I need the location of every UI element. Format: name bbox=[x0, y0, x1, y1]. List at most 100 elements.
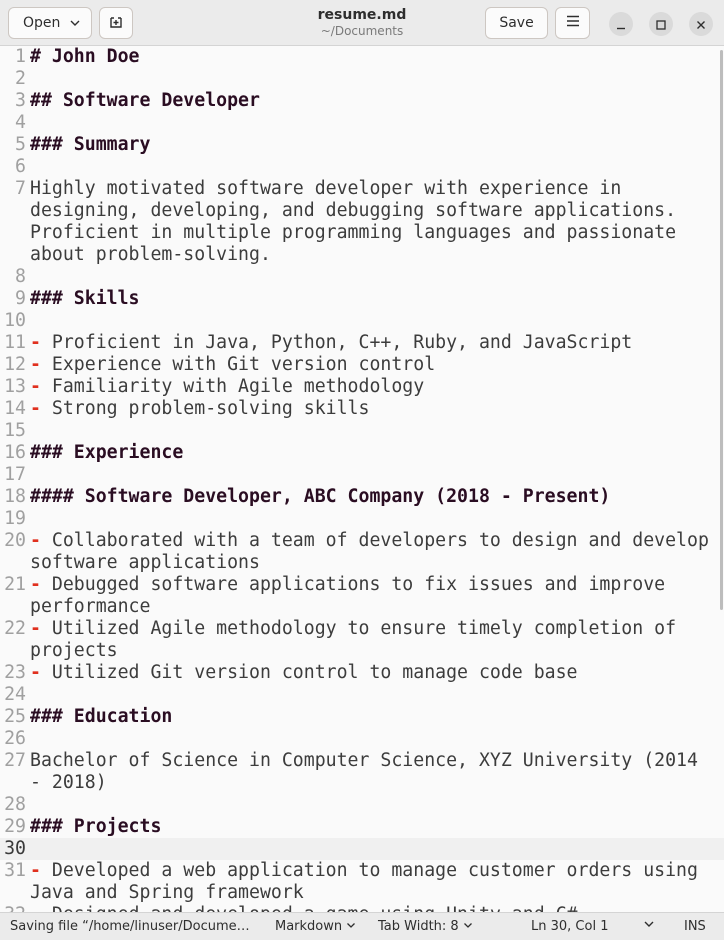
insert-mode[interactable]: INS bbox=[684, 919, 706, 934]
list-marker: - bbox=[30, 332, 41, 353]
line-text: - Debugged software applications to fix … bbox=[30, 574, 665, 596]
line-number: 17 bbox=[4, 464, 26, 485]
line-number: 6 bbox=[15, 156, 26, 177]
line-text: - 2018) bbox=[30, 772, 107, 794]
status-message: Saving file “/home/linuser/Docume… bbox=[10, 919, 250, 934]
save-button[interactable]: Save bbox=[485, 7, 548, 39]
line-number: 26 bbox=[4, 728, 26, 749]
document-path: ~/Documents bbox=[320, 24, 404, 38]
close-button[interactable] bbox=[689, 12, 713, 36]
main-menu-button[interactable] bbox=[555, 7, 590, 39]
cursor-position[interactable]: Ln 30, Col 1 bbox=[531, 919, 608, 934]
line-content: # John Doe bbox=[30, 46, 140, 67]
line-content: Debugged software applications to fix is… bbox=[40, 574, 666, 595]
list-marker: - bbox=[30, 618, 41, 639]
line-text: # John Doe bbox=[30, 46, 140, 68]
line-number: 24 bbox=[4, 684, 26, 705]
close-icon bbox=[696, 15, 706, 34]
line-text: - Familiarity with Agile methodology bbox=[30, 376, 424, 398]
line-content: Highly motivated software developer with… bbox=[30, 178, 622, 199]
list-marker: - bbox=[30, 398, 41, 419]
line-content: Familiarity with Agile methodology bbox=[40, 376, 425, 397]
line-content: designing, developing, and debugging sof… bbox=[30, 200, 677, 221]
header-bar: Open resume.md ~/Documents Save bbox=[0, 0, 724, 46]
line-number: 18 bbox=[4, 486, 26, 507]
line-number: 9 bbox=[15, 288, 26, 309]
tab-width-label: Tab Width: 8 bbox=[378, 919, 459, 934]
line-number: 5 bbox=[15, 134, 26, 155]
line-text: ### Experience bbox=[30, 442, 183, 464]
chevron-down-icon bbox=[69, 17, 81, 33]
document-title: resume.md bbox=[317, 7, 407, 23]
window-title: resume.md ~/Documents bbox=[230, 7, 494, 39]
open-button-label: Open bbox=[23, 15, 61, 31]
line-text: - Developed a web application to manage … bbox=[30, 860, 698, 882]
line-text: ## Software Developer bbox=[30, 90, 260, 112]
line-content: Bachelor of Science in Computer Science,… bbox=[30, 750, 698, 771]
line-content: ### Experience bbox=[30, 442, 184, 463]
line-text: designing, developing, and debugging sof… bbox=[30, 200, 676, 222]
line-text: #### Software Developer, ABC Company (20… bbox=[30, 486, 610, 508]
open-button[interactable]: Open bbox=[8, 7, 92, 39]
maximize-button[interactable] bbox=[649, 12, 673, 36]
line-number: 12 bbox=[4, 354, 26, 375]
list-marker: - bbox=[30, 530, 41, 551]
line-number: 28 bbox=[4, 794, 26, 815]
line-text: - Utilized Git version control to manage… bbox=[30, 662, 578, 684]
line-content: Strong problem-solving skills bbox=[40, 398, 370, 419]
list-marker: - bbox=[30, 376, 41, 397]
chevron-down-icon bbox=[346, 919, 356, 934]
line-number: 10 bbox=[4, 310, 26, 331]
line-text: about problem-solving. bbox=[30, 244, 271, 266]
minimize-button[interactable] bbox=[609, 12, 633, 36]
list-marker: - bbox=[30, 354, 41, 375]
tab-width-selector[interactable]: Tab Width: 8 bbox=[378, 919, 473, 934]
minimize-icon bbox=[616, 15, 626, 34]
text-editor[interactable]: 1 # John Doe 2 3 ## Software Developer 4 5 ### … bbox=[0, 46, 724, 912]
line-number: 25 bbox=[4, 706, 26, 727]
line-content: Proficient in multiple programming langu… bbox=[30, 222, 677, 243]
line-number: 22 bbox=[4, 618, 26, 639]
maximize-icon bbox=[656, 15, 666, 34]
status-bar: Saving file “/home/linuser/Docume… Markd… bbox=[0, 912, 724, 940]
line-content: ### Education bbox=[30, 706, 173, 727]
line-number: 8 bbox=[15, 266, 26, 287]
line-content: Java and Spring framework bbox=[30, 882, 304, 903]
line-content: about problem-solving. bbox=[30, 244, 271, 265]
line-text: ### Projects bbox=[30, 816, 161, 838]
chevron-down-icon[interactable] bbox=[643, 918, 655, 934]
line-content: Utilized Agile methodology to ensure tim… bbox=[40, 618, 677, 639]
scrollbar[interactable] bbox=[720, 50, 723, 610]
line-text: - Designed and developed a game using Un… bbox=[30, 904, 578, 912]
line-number: 7 bbox=[15, 178, 26, 199]
new-tab-button[interactable] bbox=[99, 7, 133, 39]
line-text: - Collaborated with a team of developers… bbox=[30, 530, 709, 552]
line-content: Collaborated with a team of developers t… bbox=[40, 530, 709, 551]
line-number: 30 bbox=[4, 838, 26, 859]
line-text: Java and Spring framework bbox=[30, 882, 304, 904]
language-label: Markdown bbox=[275, 919, 343, 934]
line-number: 1 bbox=[15, 46, 26, 67]
line-content: Designed and developed a game using Unit… bbox=[41, 904, 578, 912]
line-number: 16 bbox=[4, 442, 26, 463]
line-content: performance bbox=[30, 596, 151, 617]
line-content: projects bbox=[30, 640, 118, 661]
language-selector[interactable]: Markdown bbox=[275, 919, 356, 934]
line-content: software applications bbox=[30, 552, 260, 573]
line-content: - 2018) bbox=[30, 772, 107, 793]
line-content: #### Software Developer, ABC Company (20… bbox=[30, 486, 611, 507]
line-content: ### Summary bbox=[30, 134, 151, 155]
line-text: - Utilized Agile methodology to ensure t… bbox=[30, 618, 676, 640]
line-text: Highly motivated software developer with… bbox=[30, 178, 621, 200]
hamburger-menu-icon bbox=[566, 15, 580, 31]
list-marker: - bbox=[30, 904, 41, 912]
line-text: ### Education bbox=[30, 706, 172, 728]
line-number: 27 bbox=[4, 750, 26, 771]
line-number: 20 bbox=[4, 530, 26, 551]
list-marker: - bbox=[30, 860, 41, 881]
list-marker: - bbox=[30, 662, 41, 683]
line-number: 23 bbox=[4, 662, 26, 683]
line-number: 2 bbox=[15, 68, 26, 89]
line-number: 4 bbox=[15, 112, 26, 133]
line-number: 3 bbox=[15, 90, 26, 111]
